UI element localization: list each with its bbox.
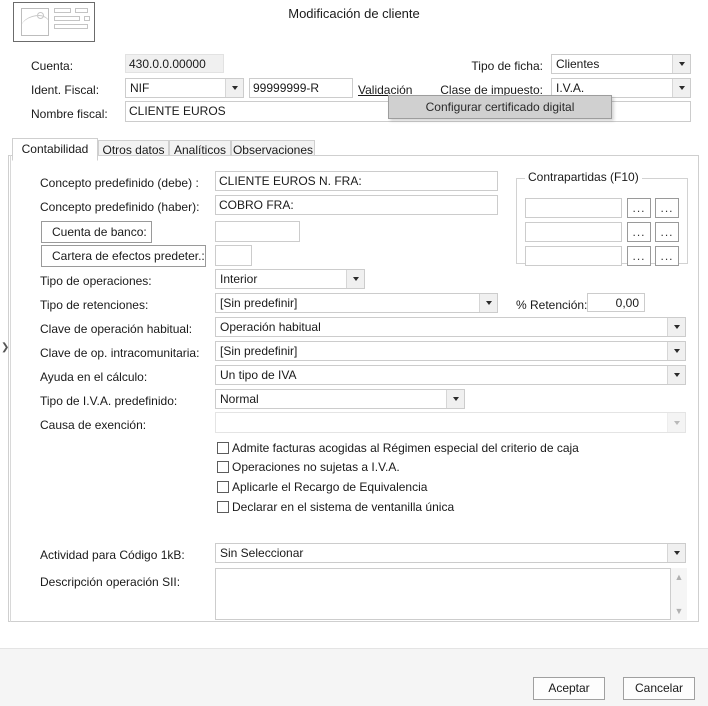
contrapartida-input-1[interactable] xyxy=(525,198,622,218)
descripcion-sii-textarea[interactable] xyxy=(215,568,671,620)
descripcion-sii-scrollbar[interactable]: ▲ ▼ xyxy=(671,568,687,620)
page-title: Modificación de cliente xyxy=(288,6,420,21)
chevron-down-icon xyxy=(667,413,685,432)
checkbox-ventanilla-unica[interactable] xyxy=(217,501,229,513)
ayuda-calculo-label: Ayuda en el cálculo: xyxy=(40,370,148,384)
ident-fiscal-type-select[interactable]: NIF xyxy=(125,78,244,98)
cancel-button[interactable]: Cancelar xyxy=(623,677,695,700)
window-header: Modificación de cliente xyxy=(0,0,708,42)
clave-intracomunitaria-value: [Sin predefinir] xyxy=(220,344,298,358)
actividad-select[interactable]: Sin Seleccionar xyxy=(215,543,686,563)
context-menu[interactable]: Configurar certificado digital xyxy=(388,95,612,119)
tipo-ficha-select[interactable]: Clientes xyxy=(551,54,691,74)
causa-exencion-select[interactable] xyxy=(215,412,686,433)
ident-fiscal-input[interactable]: 99999999-R xyxy=(249,78,353,98)
contrapartida-browse-1b[interactable]: ... xyxy=(655,198,679,218)
actividad-value: Sin Seleccionar xyxy=(220,546,304,560)
cartera-efectos-input[interactable] xyxy=(215,245,252,266)
checkbox-ventanilla-unica-label: Declarar en el sistema de ventanilla úni… xyxy=(232,500,455,514)
contrapartida-input-3[interactable] xyxy=(525,246,622,266)
contrapartida-browse-1a[interactable]: ... xyxy=(627,198,651,218)
causa-exencion-label: Causa de exención: xyxy=(40,418,147,432)
tipo-retenciones-label: Tipo de retenciones: xyxy=(40,298,149,312)
concepto-haber-input[interactable]: COBRO FRA: xyxy=(215,195,498,215)
contrapartida-browse-2b[interactable]: ... xyxy=(655,222,679,242)
tipo-operaciones-label: Tipo de operaciones: xyxy=(40,274,152,288)
contrapartida-browse-2a[interactable]: ... xyxy=(627,222,651,242)
scroll-up-icon[interactable]: ▲ xyxy=(671,570,687,584)
expand-sidebar-chevron-icon[interactable]: ❯ xyxy=(1,341,10,355)
clave-operacion-label: Clave de operación habitual: xyxy=(40,322,193,336)
concepto-debe-input[interactable]: CLIENTE EUROS N. FRA: xyxy=(215,171,498,191)
chevron-down-icon[interactable] xyxy=(667,544,685,562)
ayuda-calculo-value: Un tipo de IVA xyxy=(220,368,297,382)
ident-fiscal-type-value: NIF xyxy=(130,81,150,95)
concepto-debe-label: Concepto predefinido (debe) : xyxy=(40,176,199,190)
actividad-label: Actividad para Código 1kB: xyxy=(40,548,185,562)
clave-operacion-value: Operación habitual xyxy=(220,320,321,334)
checkbox-recargo-equivalencia[interactable] xyxy=(217,481,229,493)
tipo-iva-value: Normal xyxy=(220,392,259,406)
pct-retencion-input[interactable]: 0,00 xyxy=(587,293,645,312)
chevron-down-icon[interactable] xyxy=(667,318,685,336)
pct-retencion-label: % Retención: xyxy=(516,298,588,312)
nombre-fiscal-label: Nombre fiscal: xyxy=(31,107,108,121)
chevron-down-icon[interactable] xyxy=(667,342,685,360)
tipo-retenciones-select[interactable]: [Sin predefinir] xyxy=(215,293,498,313)
tipo-retenciones-value: [Sin predefinir] xyxy=(220,296,298,310)
clave-intracomunitaria-label: Clave de op. intracomunitaria: xyxy=(40,346,200,360)
descripcion-sii-label: Descripción operación SII: xyxy=(40,575,181,589)
tipo-ficha-label: Tipo de ficha: xyxy=(471,59,543,73)
checkbox-operaciones-no-sujetas[interactable] xyxy=(217,461,229,473)
scroll-down-icon[interactable]: ▼ xyxy=(671,604,687,618)
panel-left-edge xyxy=(10,155,11,622)
cuenta-banco-input[interactable] xyxy=(215,221,300,242)
contrapartida-browse-3a[interactable]: ... xyxy=(627,246,651,266)
checkbox-criterio-caja-label: Admite facturas acogidas al Régimen espe… xyxy=(232,441,579,455)
tab-contabilidad[interactable]: Contabilidad xyxy=(12,138,98,161)
chevron-down-icon[interactable] xyxy=(672,79,690,97)
checkbox-operaciones-no-sujetas-label: Operaciones no sujetas a I.V.A. xyxy=(232,460,400,474)
context-menu-item-configurar-certificado-digital[interactable]: Configurar certificado digital xyxy=(389,96,611,118)
chevron-down-icon[interactable] xyxy=(346,270,364,288)
tipo-operaciones-select[interactable]: Interior xyxy=(215,269,365,289)
chevron-down-icon[interactable] xyxy=(672,55,690,73)
ident-fiscal-label: Ident. Fiscal: xyxy=(31,83,100,97)
checkbox-criterio-caja[interactable] xyxy=(217,442,229,454)
cuenta-input[interactable]: 430.0.0.00000 xyxy=(125,54,224,73)
clave-intracomunitaria-select[interactable]: [Sin predefinir] xyxy=(215,341,686,361)
ayuda-calculo-select[interactable]: Un tipo de IVA xyxy=(215,365,686,385)
chevron-down-icon[interactable] xyxy=(667,366,685,384)
cuenta-banco-button[interactable]: Cuenta de banco: xyxy=(41,221,152,243)
chevron-down-icon[interactable] xyxy=(446,390,464,408)
accept-button[interactable]: Aceptar xyxy=(533,677,605,700)
cartera-efectos-button[interactable]: Cartera de efectos predeter.: xyxy=(41,245,206,267)
tipo-iva-label: Tipo de I.V.A. predefinido: xyxy=(40,394,178,408)
contrapartida-input-2[interactable] xyxy=(525,222,622,242)
chevron-down-icon[interactable] xyxy=(225,79,243,97)
clave-operacion-select[interactable]: Operación habitual xyxy=(215,317,686,337)
checkbox-recargo-equivalencia-label: Aplicarle el Recargo de Equivalencia xyxy=(232,480,428,494)
concepto-haber-label: Concepto predefinido (haber): xyxy=(40,200,200,214)
tipo-operaciones-value: Interior xyxy=(220,272,258,286)
cuenta-label: Cuenta: xyxy=(31,59,74,73)
contrapartida-browse-3b[interactable]: ... xyxy=(655,246,679,266)
tipo-ficha-value: Clientes xyxy=(556,57,600,71)
contrapartidas-legend: Contrapartidas (F10) xyxy=(525,170,642,184)
chevron-down-icon[interactable] xyxy=(479,294,497,312)
tipo-iva-select[interactable]: Normal xyxy=(215,389,465,409)
